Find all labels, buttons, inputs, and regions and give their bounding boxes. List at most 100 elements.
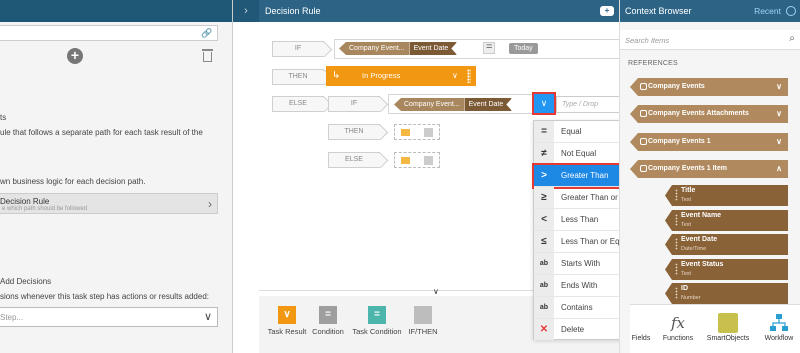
step-select[interactable]: Step... ∨ <box>0 307 218 327</box>
dock-label: Fields <box>631 335 651 342</box>
starts-with-icon: ab <box>534 253 554 274</box>
delete-icon: ✕ <box>534 319 554 340</box>
trash-icon[interactable] <box>202 49 213 62</box>
type-drop-input[interactable]: Type / Drop <box>556 96 620 113</box>
field-title[interactable]: Title Text <box>665 185 788 206</box>
drag-handle-icon <box>675 263 678 275</box>
chevron-down-icon: ∨ <box>776 109 782 118</box>
workflow-icon <box>769 313 789 333</box>
drag-handle-icon[interactable] <box>467 69 471 83</box>
toolbox-task-condition[interactable]: = Task Condition <box>350 306 404 336</box>
nested-else-tag[interactable]: ELSE <box>328 152 380 168</box>
add-decisions-text: sions whenever this task step has action… <box>0 292 209 301</box>
category-label: Company Events Attachments <box>648 110 749 117</box>
dock-label: SmartObjects <box>706 335 750 342</box>
nested-else-placeholder[interactable] <box>394 152 440 168</box>
operator-label: Starts With <box>561 259 601 268</box>
field-name: Title <box>681 187 696 194</box>
editor-title: Decision Rule <box>265 6 321 16</box>
dock-workflow[interactable]: Workflow <box>760 313 798 342</box>
context-browser-header: Context Browser Recent <box>620 0 800 22</box>
editor-header: › Decision Rule + <box>233 0 620 22</box>
not-equal-icon: ≠ <box>534 143 554 164</box>
search-placeholder: Search Items <box>625 36 670 45</box>
field-id[interactable]: ID Number <box>665 283 788 304</box>
smartobjects-icon <box>718 313 738 333</box>
category-company-events-1[interactable]: Company Events 1 ∨ <box>630 133 788 151</box>
branch-arrow-icon: ↳ <box>332 70 341 81</box>
link-field[interactable]: 🔗 <box>0 25 218 41</box>
operator-label: Delete <box>561 325 585 334</box>
chevron-down-icon[interactable]: ∨ <box>433 287 439 296</box>
then-tag[interactable]: THEN <box>272 69 324 85</box>
field-type: Text <box>681 222 692 228</box>
toolbox-task-result[interactable]: ∨ Task Result <box>267 306 307 336</box>
operator-dropdown-button[interactable]: ∨ <box>532 92 556 115</box>
search-items-input[interactable]: Search Items ⌕ <box>620 30 800 50</box>
in-progress-result[interactable]: ↳ In Progress ∨ <box>326 66 476 86</box>
nested-then-tag[interactable]: THEN <box>328 124 380 140</box>
field-type: Date/Time <box>681 246 707 252</box>
operator-label: Less Than <box>561 215 599 224</box>
else-if-tag[interactable]: IF <box>328 96 380 112</box>
pill-field: Event Date <box>410 42 458 55</box>
contains-icon: ab <box>534 297 554 318</box>
company-events-date-pill[interactable]: Company Event... Event Date <box>339 42 457 55</box>
chevron-down-icon[interactable]: ∨ <box>452 66 458 86</box>
nested-then-placeholder[interactable] <box>394 124 440 140</box>
operator-label: Contains <box>561 303 593 312</box>
list-icon <box>640 138 647 145</box>
recent-link[interactable]: Recent <box>754 6 781 16</box>
category-company-events-1-item[interactable]: Company Events 1 Item ∧ <box>630 160 788 178</box>
pill-entity: Company Event... <box>394 98 465 111</box>
toolbox-label: Task Result <box>267 327 307 336</box>
dock-functions[interactable]: fx Functions <box>661 313 695 342</box>
equal-operator[interactable] <box>483 41 495 54</box>
description-text: ule that follows a separate path for eac… <box>0 128 203 137</box>
context-browser: Context Browser Recent Search Items ⌕ RE… <box>619 0 800 353</box>
field-event-date[interactable]: Event Date Date/Time <box>665 234 788 255</box>
decision-rule-title: Decision Rule <box>0 197 50 206</box>
category-company-events[interactable]: Company Events ∨ <box>630 78 788 96</box>
add-rule-icon[interactable]: + <box>600 6 614 16</box>
dock-fields[interactable]: Fields <box>626 313 656 342</box>
chevron-right-icon: › <box>208 197 212 211</box>
context-browser-title: Context Browser <box>625 6 692 16</box>
toolbox-if-then[interactable]: IF/THEN <box>407 306 439 336</box>
context-dock: Fields fx Functions SmartObjects Workflo… <box>630 304 800 353</box>
condition-icon: = <box>319 306 337 324</box>
operator-label: Ends With <box>561 281 598 290</box>
drag-handle-icon <box>675 214 678 226</box>
toolbox-label: Condition <box>312 327 344 336</box>
dock-smartobjects[interactable]: SmartObjects <box>706 313 750 342</box>
if-tag[interactable]: IF <box>272 41 324 57</box>
less-equal-icon: ≤ <box>534 231 554 252</box>
add-button[interactable]: + <box>67 48 83 64</box>
company-events-date-pill[interactable]: Company Event... Event Date <box>394 98 512 111</box>
task-condition-icon: = <box>368 306 386 324</box>
field-name: Event Date <box>681 236 718 243</box>
task-result-icon: ∨ <box>278 306 296 324</box>
drag-handle-icon <box>675 287 678 299</box>
decision-rule-option[interactable]: Decision Rule e which path should be fol… <box>0 193 218 214</box>
link-icon[interactable]: 🔗 <box>201 28 212 38</box>
toolbox-label: Task Condition <box>352 327 402 336</box>
field-event-status[interactable]: Event Status Text <box>665 259 788 280</box>
greater-equal-icon: ≥ <box>534 187 554 208</box>
search-icon[interactable]: ⌕ <box>789 33 795 44</box>
today-value[interactable]: Today <box>509 43 538 54</box>
step-select-placeholder: Step... <box>0 313 24 322</box>
field-event-name[interactable]: Event Name Text <box>665 210 788 231</box>
add-decisions-heading: Add Decisions <box>0 277 52 286</box>
pill-entity: Company Event... <box>339 42 410 55</box>
list-icon <box>640 165 647 172</box>
clock-icon[interactable] <box>786 6 796 16</box>
dock-label: Functions <box>662 335 694 342</box>
category-company-events-attachments[interactable]: Company Events Attachments ∨ <box>630 105 788 123</box>
fields-icon <box>631 313 651 333</box>
toolbox-condition[interactable]: = Condition <box>309 306 347 336</box>
list-icon <box>640 110 647 117</box>
collapse-panel-icon[interactable]: › <box>233 0 259 22</box>
else-tag[interactable]: ELSE <box>272 96 324 112</box>
field-type: Number <box>681 295 701 301</box>
